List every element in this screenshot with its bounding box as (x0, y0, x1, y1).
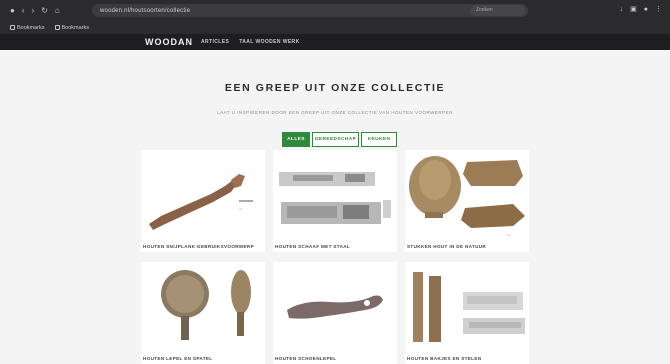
menu-icon[interactable]: ⋮ (655, 6, 662, 14)
browser-toolbar: ● ‹ › ↻ ⌂ wooden.nl/houtsoorten/collecti… (0, 0, 670, 21)
folder-icon (54, 25, 60, 30)
download-icon[interactable]: ↓ (620, 6, 624, 14)
card-image (141, 262, 265, 350)
card-image (405, 262, 529, 350)
page-subtitle: LAAT U INSPIREREN DOOR EEN GREEP UIT ONZ… (217, 110, 453, 115)
back-icon[interactable]: ‹ (22, 6, 25, 15)
nav-link-work[interactable]: TAAL WOODEN WERK (239, 39, 299, 45)
svg-text:cm: cm (507, 233, 512, 237)
card-caption: HOUTEN LEPEL EN SPATEL (143, 356, 213, 361)
site-header: WOODAN ARTICLES TAAL WOODEN WERK (0, 34, 670, 50)
filter-all[interactable]: ALLES (282, 132, 310, 147)
card-image (273, 262, 397, 350)
card-image (273, 150, 397, 238)
plane-tool-image (279, 172, 391, 224)
wooden-boxes-image (413, 272, 525, 342)
filter-tools[interactable]: GEREEDSCHAP (312, 132, 359, 147)
card-caption: STUKKEN HOUT IN DE NATUUR (407, 244, 487, 249)
site-logo[interactable]: WOODAN (145, 37, 193, 47)
card-image: cm (405, 150, 529, 238)
bookmark-label: Bookmarks (61, 24, 90, 31)
folder-icon (10, 25, 15, 30)
svg-text:cm: cm (239, 207, 244, 211)
collection-card[interactable]: HOUTEN SCHOENLEPEL (273, 262, 397, 364)
bookmark-label: Bookmarks (17, 24, 45, 31)
extensions-icon[interactable]: ▣ (630, 6, 637, 14)
card-caption: HOUTEN BAKJES EN STELEN (407, 356, 482, 361)
spoon-image (161, 270, 251, 340)
browser-search-box[interactable]: Zoeken (470, 5, 525, 16)
collection-card[interactable]: HOUTEN BAKJES EN STELEN (405, 262, 529, 364)
card-caption: HOUTEN SNIJPLANK GEBRUIKSVOORWERP (143, 244, 255, 249)
wood-pieces-image: cm (409, 156, 525, 237)
browser-right-icons: ↓ ▣ ● ⋮ (620, 6, 662, 14)
browser-nav-buttons: ● ‹ › ↻ ⌂ (0, 6, 90, 15)
reload-icon[interactable]: ↻ (41, 6, 48, 15)
address-bar[interactable]: wooden.nl/houtsoorten/collectie ☆ ▤ ◇ (92, 4, 528, 17)
collection-card[interactable]: cm STUKKEN HOUT IN DE NATUUR (405, 150, 529, 252)
bookmark-item[interactable]: Bookmarks (54, 24, 90, 31)
card-caption: HOUTEN SCHOENLEPEL (275, 356, 337, 361)
browser-logo-icon[interactable]: ● (10, 6, 15, 15)
filter-tabs: ALLES GEREEDSCHAP KEUKEN (282, 132, 397, 147)
collection-card[interactable]: cm HOUTEN SNIJPLANK GEBRUIKSVOORWERP (141, 150, 265, 252)
filter-kitchen[interactable]: KEUKEN (361, 132, 397, 147)
bookmarks-bar: Bookmarks Bookmarks (0, 21, 670, 34)
wooden-board-image: cm (149, 174, 253, 230)
collection-card[interactable]: HOUTEN SCHAAF MET STAAL (273, 150, 397, 252)
account-icon[interactable]: ● (644, 6, 648, 14)
browser-chrome: ● ‹ › ↻ ⌂ wooden.nl/houtsoorten/collecti… (0, 0, 670, 34)
address-bar-text: wooden.nl/houtsoorten/collectie (100, 7, 191, 14)
page-title: EEN GREEP UIT ONZE COLLECTIE (224, 82, 446, 94)
card-image: cm (141, 150, 265, 238)
shoehorn-image (287, 295, 383, 319)
collection-card[interactable]: HOUTEN LEPEL EN SPATEL (141, 262, 265, 364)
bookmark-item[interactable]: Bookmarks (10, 25, 45, 31)
forward-icon[interactable]: › (32, 6, 35, 15)
nav-link-articles[interactable]: ARTICLES (201, 39, 229, 45)
home-icon[interactable]: ⌂ (55, 6, 60, 15)
site-nav: ARTICLES TAAL WOODEN WERK (201, 39, 300, 45)
card-caption: HOUTEN SCHAAF MET STAAL (275, 244, 351, 249)
